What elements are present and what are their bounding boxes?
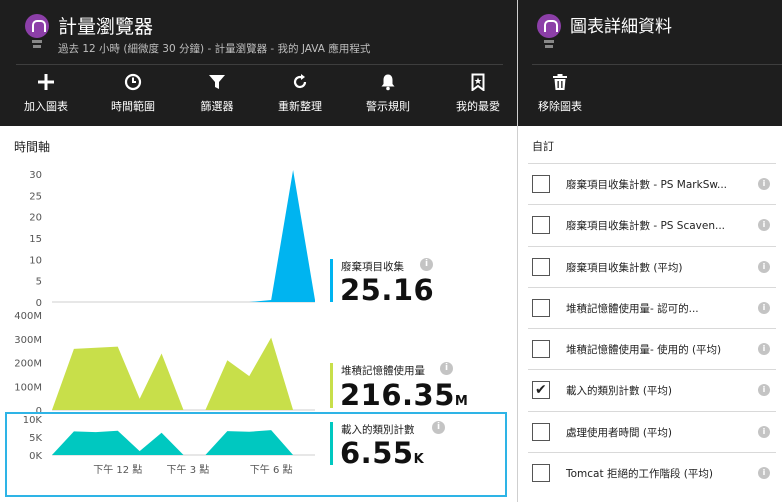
- y-tick-label: 400M: [14, 311, 42, 322]
- metric-row[interactable]: Tomcat 拒絕的工作階段 (平均) i: [528, 452, 776, 493]
- y-tick-label: 0: [36, 298, 42, 309]
- filter-label: 篩選器: [200, 100, 234, 113]
- refresh-button[interactable]: 重新整理: [260, 70, 340, 120]
- refresh-icon: [260, 73, 340, 97]
- y-tick-label: 200M: [14, 359, 42, 370]
- metric-row[interactable]: 堆積記憶體使用量- 使用的 (平均) i: [528, 328, 776, 369]
- filter-icon: [177, 73, 257, 97]
- bell-icon: [348, 73, 428, 97]
- metric-label: 堆積記憶體使用量- 認可的...: [566, 302, 699, 315]
- favorites-label: 我的最愛: [456, 100, 500, 113]
- summary-number: 25.16: [340, 273, 435, 307]
- info-icon[interactable]: i: [440, 362, 453, 375]
- metric-checkbox[interactable]: ✔: [532, 381, 550, 400]
- metric-row[interactable]: 堆積記憶體使用量- 認可的... i: [528, 286, 776, 328]
- info-icon[interactable]: i: [758, 178, 770, 190]
- summary-value: 25.16: [340, 273, 434, 307]
- metric-row[interactable]: 廢棄項目收集計數 (平均) i: [528, 245, 776, 287]
- chart-details-blade: 圖表詳細資料 移除圖表 自訂 廢棄項目收集計數 - PS MarkSw... i 廢…: [517, 0, 782, 502]
- y-tick-label: 15: [29, 234, 42, 245]
- lightbulb-icon: [24, 14, 50, 50]
- metric-checkbox[interactable]: [532, 298, 550, 317]
- info-icon[interactable]: i: [758, 219, 770, 232]
- metric-label: 載入的類別計數 (平均): [566, 385, 673, 398]
- y-tick-label: 10: [29, 255, 42, 266]
- metric-row[interactable]: 廢棄項目收集計數 - PS Scaven... i: [528, 204, 776, 245]
- summary-number: 216.35: [340, 378, 455, 412]
- remove-chart-label: 移除圖表: [538, 100, 582, 113]
- metric-checkbox[interactable]: [532, 216, 550, 235]
- selected-chart-outline[interactable]: [5, 412, 507, 497]
- metric-label: 處理使用者時間 (平均): [566, 426, 673, 439]
- metric-checkbox[interactable]: [532, 257, 550, 276]
- summary-name: 廢棄項目收集: [341, 261, 404, 273]
- metric-checkbox[interactable]: [532, 464, 550, 483]
- info-icon[interactable]: i: [758, 301, 770, 314]
- metrics-explorer-blade: 計量瀏覽器 過去 12 小時 (細微度 30 分鐘) - 計量瀏覽器 - 我的 …: [0, 0, 517, 502]
- blade-subtitle: 過去 12 小時 (細微度 30 分鐘) - 計量瀏覽器 - 我的 JAVA 應…: [58, 43, 371, 55]
- metrics-explorer: 計量瀏覽器 過去 12 小時 (細微度 30 分鐘) - 計量瀏覽器 - 我的 …: [0, 0, 782, 502]
- summary-value: 216.35M: [340, 378, 468, 412]
- remove-chart-button[interactable]: 移除圖表: [530, 70, 590, 120]
- metric-label: 廢棄項目收集計數 - PS Scaven...: [566, 220, 726, 233]
- y-tick-label: 300M: [14, 335, 42, 346]
- lightbulb-icon: [536, 14, 562, 50]
- summary-unit: M: [454, 394, 469, 409]
- refresh-label: 重新整理: [278, 100, 322, 113]
- info-icon[interactable]: i: [758, 260, 770, 273]
- filter-button[interactable]: 篩選器: [177, 70, 257, 120]
- blade-title: 圖表詳細資料: [570, 17, 672, 37]
- header-divider: [532, 64, 782, 65]
- y-tick-label: 25: [29, 191, 42, 202]
- custom-label: 自訂: [532, 140, 554, 153]
- favorites-button[interactable]: 我的最愛: [438, 70, 518, 120]
- info-icon[interactable]: i: [758, 425, 770, 438]
- trash-icon: [530, 73, 590, 97]
- info-icon[interactable]: i: [758, 467, 770, 480]
- metric-row[interactable]: ✔ 載入的類別計數 (平均) i: [528, 369, 776, 410]
- metric-checkbox[interactable]: [532, 340, 550, 359]
- alert-rules-button[interactable]: 警示規則: [348, 70, 428, 120]
- y-tick-label: 100M: [14, 382, 42, 393]
- bookmark-icon: [438, 73, 518, 97]
- blade-header: 計量瀏覽器 過去 12 小時 (細微度 30 分鐘) - 計量瀏覽器 - 我的 …: [0, 0, 517, 126]
- metric-label: 廢棄項目收集計數 (平均): [566, 261, 683, 274]
- blade-header: 圖表詳細資料 移除圖表: [518, 0, 782, 126]
- alert-rules-label: 警示規則: [366, 100, 410, 113]
- series-color-bar: [330, 363, 333, 408]
- timeline-title: 時間軸: [14, 140, 51, 154]
- time-range-button[interactable]: 時間範圍: [93, 70, 173, 120]
- checkmark-icon: ✔: [535, 382, 547, 399]
- info-icon[interactable]: i: [420, 258, 433, 271]
- add-chart-label: 加入圖表: [24, 100, 68, 113]
- series-area[interactable]: [52, 337, 315, 410]
- y-tick-label: 20: [29, 213, 42, 224]
- series-color-bar: [330, 259, 333, 302]
- time-range-label: 時間範圍: [111, 100, 155, 113]
- info-icon[interactable]: i: [758, 384, 770, 397]
- plus-icon: [6, 73, 86, 97]
- metric-row[interactable]: 廢棄項目收集計數 - PS MarkSw... i: [528, 163, 776, 204]
- clock-icon: [93, 73, 173, 97]
- metric-label: 堆積記憶體使用量- 使用的 (平均): [566, 344, 722, 357]
- add-chart-button[interactable]: 加入圖表: [6, 70, 86, 120]
- metric-checkbox[interactable]: [532, 422, 550, 441]
- header-divider: [16, 64, 503, 65]
- metric-checkbox[interactable]: [532, 175, 550, 193]
- series-area[interactable]: [52, 170, 315, 302]
- info-icon[interactable]: i: [758, 343, 770, 356]
- y-tick-label: 30: [29, 170, 42, 181]
- y-tick-label: 5: [36, 277, 42, 288]
- toolbar: 加入圖表 時間範圍 篩選器 重新整理 警示規則 我的最愛: [0, 70, 517, 120]
- metric-list: 廢棄項目收集計數 - PS MarkSw... i 廢棄項目收集計數 - PS Sc…: [528, 163, 776, 493]
- metric-row[interactable]: 處理使用者時間 (平均) i: [528, 410, 776, 452]
- summary-name: 堆積記憶體使用量: [341, 365, 425, 377]
- blade-title: 計量瀏覽器: [58, 16, 154, 38]
- toolbar: 移除圖表: [518, 70, 782, 120]
- metric-label: Tomcat 拒絕的工作階段 (平均): [566, 468, 713, 481]
- metric-label: 廢棄項目收集計數 - PS MarkSw...: [566, 179, 727, 191]
